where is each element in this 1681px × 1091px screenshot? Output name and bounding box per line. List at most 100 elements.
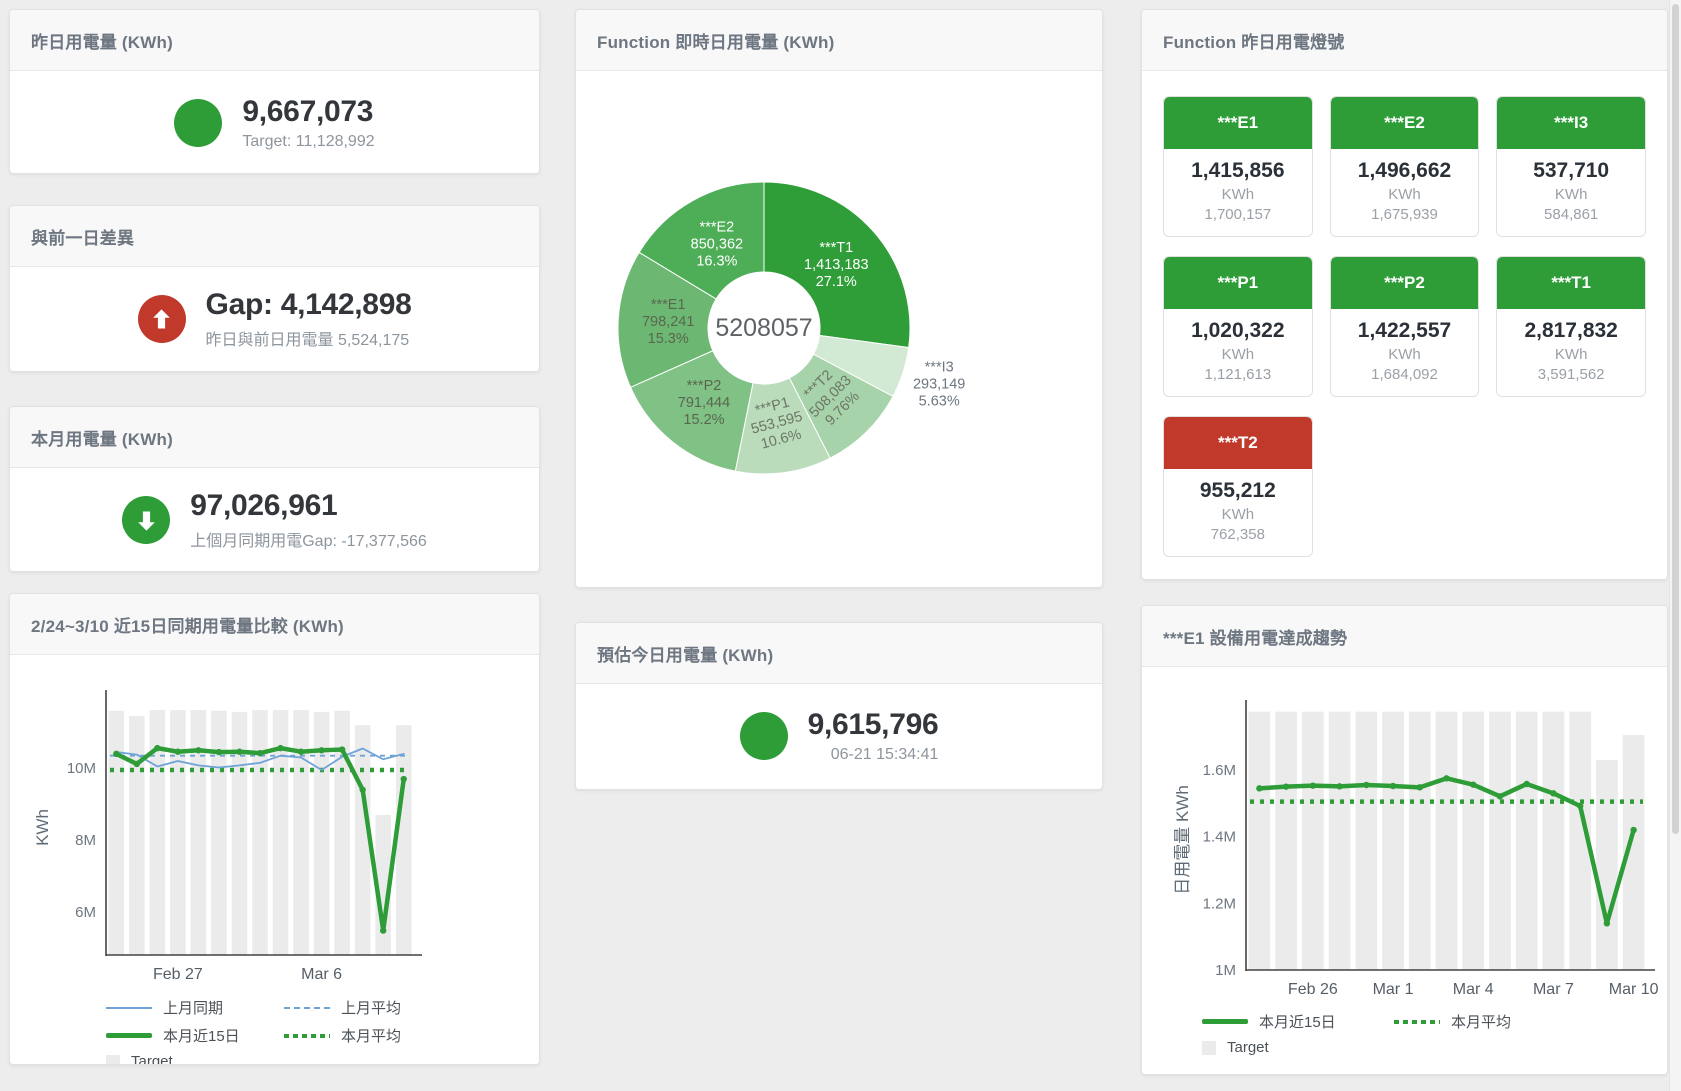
lamp-tile-t1: ***T1 2,817,832 KWh 3,591,562: [1496, 256, 1646, 397]
status-circle-green-icon: [174, 99, 222, 147]
card-title: 昨日用電量 (KWh): [31, 28, 173, 53]
lamp-tile-body: 1,422,557 KWh 1,684,092: [1331, 309, 1479, 396]
tile-target: 1,121,613: [1168, 366, 1308, 383]
svg-text:Mar 4: Mar 4: [1453, 981, 1494, 998]
lamp-tile-t2: ***T2 955,212 KWh 762,358: [1163, 416, 1313, 557]
kpi-value: 97,026,961: [190, 489, 427, 524]
legend-item[interactable]: 本月近15日: [106, 1025, 284, 1046]
legend-item[interactable]: 本月近15日: [1202, 1011, 1394, 1032]
legend-item[interactable]: Target: [106, 1053, 284, 1065]
kpi-value: 9,615,796: [808, 708, 939, 743]
chart-legend: 上月同期 上月平均 本月近15日 本月平均 Target: [106, 997, 539, 1065]
tile-unit: KWh: [1501, 186, 1641, 203]
lamp-tile-header: ***I3: [1497, 97, 1645, 149]
kpi-subtitle: 昨日與前日用電量 5,524,175: [206, 326, 412, 350]
card-title: 預估今日用電量 (KWh): [597, 641, 773, 666]
compare-line-chart[interactable]: 6M8M10MFeb 27Mar 6KWh: [10, 655, 539, 995]
lamp-tile-body: 955,212 KWh 762,358: [1164, 469, 1312, 556]
tile-value: 1,415,856: [1168, 159, 1308, 183]
svg-text:KWh: KWh: [33, 809, 52, 846]
card-e1-trend: ***E1 設備用電達成趨勢 1M1.2M1.4M1.6MFeb 26Mar 1…: [1141, 605, 1668, 1075]
svg-text:6M: 6M: [75, 904, 96, 921]
tile-unit: KWh: [1168, 186, 1308, 203]
status-circle-green-icon: [740, 712, 788, 760]
lamp-tile-header: ***P1: [1164, 257, 1312, 309]
legend-label: 本月平均: [341, 1025, 401, 1046]
kpi-timestamp: 06-21 15:34:41: [808, 746, 939, 764]
lamp-tile-body: 537,710 KWh 584,861: [1497, 149, 1645, 236]
tile-value: 955,212: [1168, 479, 1308, 503]
card-day-gap: 與前一日差異 Gap: 4,142,898 昨日與前日用電量 5,524,175: [9, 205, 540, 372]
e1-trend-line-chart[interactable]: 1M1.2M1.4M1.6MFeb 26Mar 1Mar 4Mar 7Mar 1…: [1142, 685, 1667, 1007]
chart-legend: 本月近15日 本月平均 Target: [1202, 1011, 1667, 1056]
tile-target: 762,358: [1168, 526, 1308, 543]
kpi-value: Gap: 4,142,898: [206, 288, 412, 323]
legend-label: Target: [131, 1053, 173, 1065]
card-title: Function 即時日用電量 (KWh): [597, 28, 834, 53]
green-dash-swatch-icon: [284, 1034, 330, 1038]
kpi-subtitle: 上個月同期用電Gap: -17,377,566: [190, 527, 427, 551]
legend-label: 本月近15日: [163, 1025, 240, 1046]
lamp-tile-body: 2,817,832 KWh 3,591,562: [1497, 309, 1645, 396]
card-title: 本月用電量 (KWh): [31, 425, 173, 450]
kpi-body: Gap: 4,142,898 昨日與前日用電量 5,524,175: [10, 267, 539, 371]
tile-target: 3,591,562: [1501, 366, 1641, 383]
card-header: ***E1 設備用電達成趨勢: [1142, 606, 1667, 667]
blue-line-swatch-icon: [106, 1007, 152, 1009]
lamp-tile-header: ***T1: [1497, 257, 1645, 309]
tile-unit: KWh: [1335, 186, 1475, 203]
lamp-tile-grid: ***E1 1,415,856 KWh 1,700,157 ***E2 1,49…: [1142, 71, 1667, 580]
arrow-down-circle-icon: [122, 496, 170, 544]
tile-unit: KWh: [1168, 506, 1308, 523]
legend-label: 上月同期: [163, 997, 223, 1018]
tile-value: 537,710: [1501, 159, 1641, 183]
lamp-tile-body: 1,020,322 KWh 1,121,613: [1164, 309, 1312, 396]
lamp-tile-p2: ***P2 1,422,557 KWh 1,684,092: [1330, 256, 1480, 397]
svg-text:Mar 1: Mar 1: [1373, 981, 1414, 998]
svg-text:Mar 10: Mar 10: [1609, 981, 1659, 998]
legend-item[interactable]: 本月平均: [1394, 1011, 1667, 1032]
legend-item[interactable]: 本月平均: [284, 1025, 539, 1046]
lamp-tile-body: 1,496,662 KWh 1,675,939: [1331, 149, 1479, 236]
svg-text:日用電量 KWh: 日用電量 KWh: [1173, 785, 1192, 895]
card-lamp-status: Function 昨日用電燈號 ***E1 1,415,856 KWh 1,70…: [1141, 9, 1668, 580]
page-scrollbar[interactable]: [1669, 0, 1681, 1091]
lamp-tile-e2: ***E2 1,496,662 KWh 1,675,939: [1330, 96, 1480, 237]
lamp-tile-e1: ***E1 1,415,856 KWh 1,700,157: [1163, 96, 1313, 237]
card-header: 2/24~3/10 近15日同期用電量比較 (KWh): [10, 594, 539, 655]
tile-unit: KWh: [1335, 346, 1475, 363]
scrollbar-thumb[interactable]: [1672, 4, 1679, 834]
legend-item[interactable]: Target: [1202, 1039, 1394, 1056]
card-title: 與前一日差異: [31, 224, 134, 249]
svg-text:1.6M: 1.6M: [1203, 762, 1236, 779]
legend-label: 上月平均: [341, 997, 401, 1018]
card-header: 與前一日差異: [10, 206, 539, 267]
svg-text:5208057: 5208057: [715, 314, 812, 342]
legend-label: 本月近15日: [1259, 1011, 1336, 1032]
tile-value: 1,422,557: [1335, 319, 1475, 343]
tile-target: 1,675,939: [1335, 206, 1475, 223]
green-line-swatch-icon: [1202, 1019, 1248, 1024]
legend-item[interactable]: 上月同期: [106, 997, 284, 1018]
svg-text:Feb 27: Feb 27: [153, 966, 203, 983]
card-realtime-donut: Function 即時日用電量 (KWh) ***T11,413,18327.1…: [575, 9, 1103, 588]
tile-target: 1,700,157: [1168, 206, 1308, 223]
function-donut-chart[interactable]: ***T11,413,18327.1%***I3293,1495.63%***T…: [576, 71, 1102, 587]
tile-value: 2,817,832: [1501, 319, 1641, 343]
lamp-tile-body: 1,415,856 KWh 1,700,157: [1164, 149, 1312, 236]
gray-box-swatch-icon: [106, 1055, 120, 1066]
arrow-up-circle-icon: [138, 295, 186, 343]
tile-unit: KWh: [1501, 346, 1641, 363]
tile-target: 1,684,092: [1335, 366, 1475, 383]
card-yesterday-usage: 昨日用電量 (KWh) 9,667,073 Target: 11,128,992: [9, 9, 540, 174]
legend-item[interactable]: 上月平均: [284, 997, 539, 1018]
tile-value: 1,020,322: [1168, 319, 1308, 343]
svg-text:***I3293,1495.63%: ***I3293,1495.63%: [913, 359, 965, 409]
green-line-swatch-icon: [106, 1033, 152, 1038]
blue-dash-swatch-icon: [284, 1007, 330, 1009]
card-title: ***E1 設備用電達成趨勢: [1163, 624, 1347, 649]
chart-body: 6M8M10MFeb 27Mar 6KWh 上月同期 上月平均 本月近15日 本…: [10, 655, 539, 1065]
card-header: 預估今日用電量 (KWh): [576, 623, 1102, 684]
svg-text:8M: 8M: [75, 832, 96, 849]
kpi-value: 9,667,073: [242, 95, 374, 130]
